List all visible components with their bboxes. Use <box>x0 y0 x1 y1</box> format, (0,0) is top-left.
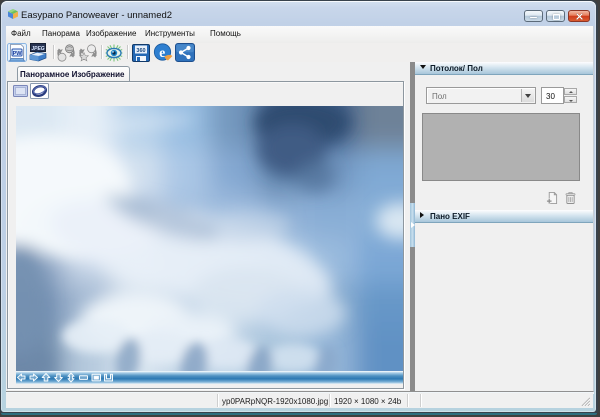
svg-text:JPEG: JPEG <box>31 46 44 52</box>
svg-text:PW: PW <box>13 51 23 57</box>
svg-text:e: e <box>159 45 165 60</box>
svg-text:360: 360 <box>136 48 145 54</box>
